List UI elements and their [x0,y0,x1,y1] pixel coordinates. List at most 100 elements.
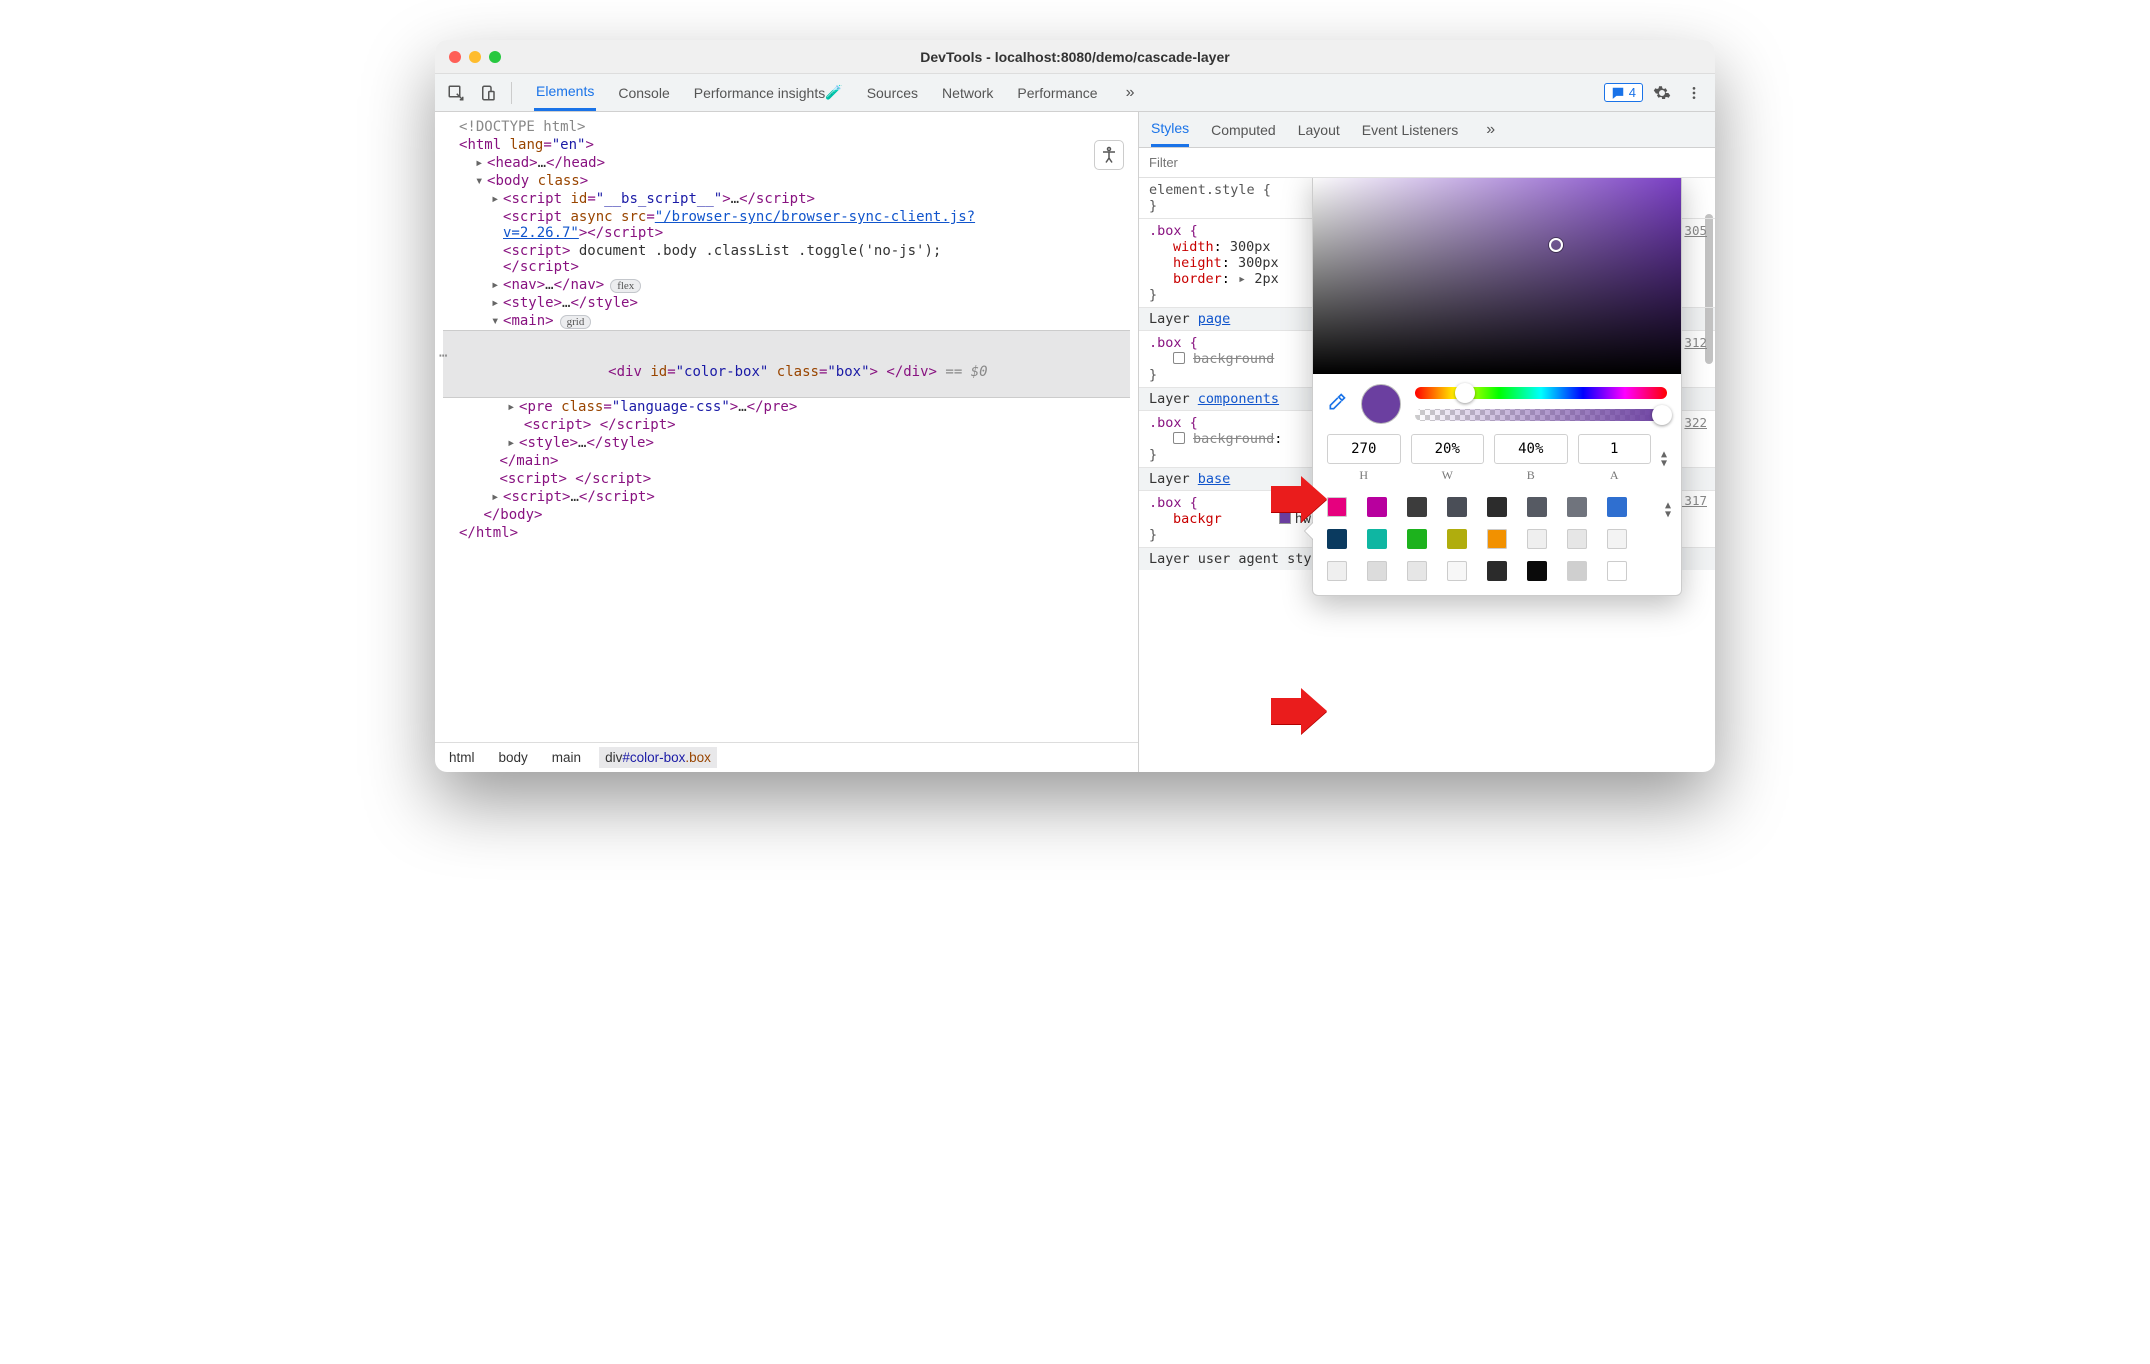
dom-main-close[interactable]: </main> [443,452,1130,470]
tab-performance-insights[interactable]: Performance insights 🧪 [692,74,845,111]
layer-base-link[interactable]: base [1198,471,1231,487]
palette-swatch[interactable] [1447,497,1467,517]
zoom-window-button[interactable] [489,51,501,63]
dom-script-4[interactable]: <script>…</script> [443,488,1130,506]
panel-tabs: Elements Console Performance insights 🧪 … [534,74,1134,111]
hue-thumb[interactable] [1455,383,1475,403]
more-tabs-icon[interactable]: » [1126,84,1135,102]
dom-body-close[interactable]: </body> [443,506,1130,524]
palette-swatch[interactable] [1607,561,1627,581]
palette-swatch[interactable] [1367,529,1387,549]
close-window-button[interactable] [449,51,461,63]
tab-elements[interactable]: Elements [534,74,596,111]
palette-swatch[interactable] [1367,497,1387,517]
alpha-slider[interactable] [1415,409,1667,421]
subtab-computed[interactable]: Computed [1211,112,1276,147]
dom-script-sync[interactable]: <script async src="/browser-sync/browser… [443,208,1003,242]
tab-sources[interactable]: Sources [865,74,920,111]
dom-nav[interactable]: <nav>…</nav>flex [443,276,1130,294]
palette-swatch[interactable] [1487,561,1507,581]
palette-spinner[interactable]: ▲▼ [1665,501,1671,519]
palette-swatch[interactable] [1487,497,1507,517]
inspect-element-icon[interactable] [443,80,469,106]
eyedropper-icon[interactable] [1327,392,1347,416]
crumb-main[interactable]: main [546,747,587,768]
b-input[interactable] [1494,434,1568,464]
palette-swatch[interactable] [1527,529,1547,549]
palette-swatch[interactable] [1487,529,1507,549]
dom-tree[interactable]: <!DOCTYPE html> <html lang="en"> <head>…… [435,112,1138,742]
styles-body[interactable]: element.style { } 305 .box { width: 300p… [1139,178,1715,772]
palette-swatch[interactable] [1407,497,1427,517]
w-label: W [1411,468,1485,483]
palette-swatch[interactable] [1407,561,1427,581]
crumb-selected[interactable]: div#color-box.box [599,747,717,768]
tab-performance[interactable]: Performance [1015,74,1099,111]
crumb-body[interactable]: body [493,747,534,768]
palette-swatch[interactable] [1567,529,1587,549]
flex-badge[interactable]: flex [610,279,641,293]
accessibility-icon[interactable] [1094,140,1124,170]
tab-console[interactable]: Console [616,74,671,111]
saturation-value-area[interactable] [1313,178,1681,374]
palette-swatch[interactable] [1567,497,1587,517]
background-struck: background [1193,431,1274,447]
settings-icon[interactable] [1649,80,1675,106]
source-link[interactable]: 305 [1684,223,1707,238]
palette-swatch[interactable] [1407,529,1427,549]
dom-style-1[interactable]: <style>…</style> [443,294,1130,312]
palette-swatch[interactable] [1567,561,1587,581]
current-color-swatch[interactable] [1361,384,1401,424]
dom-pre[interactable]: <pre class="language-css">…</pre> [443,398,1130,416]
source-link[interactable]: 312 [1684,335,1707,350]
dom-script-bs[interactable]: <script id="__bs_script__">…</script> [443,190,1130,208]
dom-selected-node[interactable]: ⋯ <div id="color-box" class="box"> </div… [443,330,1130,398]
styles-filter-input[interactable] [1139,155,1715,170]
tab-network[interactable]: Network [940,74,995,111]
w-input[interactable] [1411,434,1485,464]
messages-badge[interactable]: 4 [1604,83,1643,102]
source-link[interactable]: 322 [1684,415,1707,430]
palette-swatch[interactable] [1527,497,1547,517]
dom-html-open[interactable]: <html lang="en"> [443,136,1130,154]
window-titlebar: DevTools - localhost:8080/demo/cascade-l… [435,40,1715,74]
crumb-html[interactable]: html [443,747,481,768]
a-input[interactable] [1578,434,1652,464]
palette-swatch[interactable] [1607,529,1627,549]
dom-body[interactable]: <body class> [443,172,1130,190]
h-input[interactable] [1327,434,1401,464]
more-subtabs-icon[interactable]: » [1486,121,1495,139]
palette-swatch[interactable] [1327,561,1347,581]
device-toggle-icon[interactable] [475,80,501,106]
palette-swatch[interactable] [1607,497,1627,517]
palette-swatch[interactable] [1447,561,1467,581]
alpha-thumb[interactable] [1652,405,1672,425]
tab-console-label: Console [618,85,669,101]
kebab-menu-icon[interactable] [1681,80,1707,106]
layer-page-link[interactable]: page [1198,311,1231,327]
minimize-window-button[interactable] [469,51,481,63]
palette-swatch[interactable] [1447,529,1467,549]
palette-swatch[interactable] [1327,529,1347,549]
palette-swatch[interactable] [1327,497,1347,517]
layer-components-link[interactable]: components [1198,391,1279,407]
dom-script-inline[interactable]: <script> document .body .classList .togg… [443,242,1003,276]
hue-slider[interactable] [1415,387,1667,399]
dom-html-close[interactable]: </html> [443,524,1130,542]
dom-main[interactable]: <main>grid [443,312,1130,330]
dom-script-3[interactable]: <script> </script> [443,470,1130,488]
dom-head[interactable]: <head>…</head> [443,154,1130,172]
subtab-listeners[interactable]: Event Listeners [1362,112,1459,147]
sv-cursor[interactable] [1549,238,1563,252]
palette-swatch[interactable] [1367,561,1387,581]
grid-badge[interactable]: grid [560,315,592,329]
overflow-icon[interactable]: ⋯ [439,348,447,364]
toggle-checkbox[interactable] [1173,352,1185,364]
dom-style-2[interactable]: <style>…</style> [443,434,1130,452]
subtab-layout[interactable]: Layout [1298,112,1340,147]
dom-script-2[interactable]: <script> </script> [443,416,1130,434]
palette-swatch[interactable] [1527,561,1547,581]
subtab-styles[interactable]: Styles [1151,112,1189,147]
format-spinner[interactable]: ▲▼ [1661,450,1667,468]
toggle-checkbox[interactable] [1173,432,1185,444]
